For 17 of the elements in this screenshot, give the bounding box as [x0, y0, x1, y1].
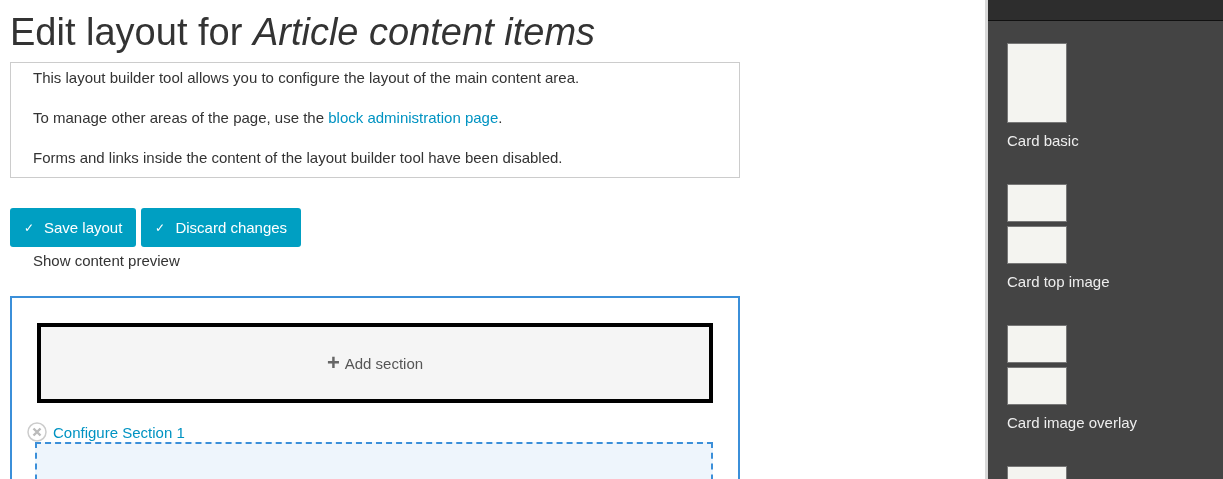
layout-option-label[interactable]: Card basic	[1007, 132, 1079, 149]
page-title: Edit layout for Article content items	[10, 10, 596, 54]
plus-icon: +	[326, 352, 340, 374]
preview-toggle[interactable]: Show content preview	[33, 252, 180, 269]
message-text: Forms and links inside the content of the layout builder tool have been disabled.	[33, 148, 563, 168]
check-icon: ✓	[155, 220, 166, 235]
layout-thumbnail[interactable]	[1007, 184, 1067, 264]
configure-section-link[interactable]: Configure Section 1	[53, 423, 185, 441]
message-text: This layout builder tool allows you to configure the layout of the main content area.	[33, 68, 580, 88]
admin-link[interactable]: block administration page	[328, 109, 499, 126]
message-text: To manage other areas of the page, use the block administration page.	[33, 108, 503, 128]
check-icon: ✓	[24, 220, 34, 235]
add-section-button[interactable]: + Add section	[37, 323, 713, 403]
layout-thumbnail[interactable]	[1007, 43, 1067, 123]
layout-thumbnail[interactable]	[1007, 325, 1067, 405]
layout-option-label[interactable]: Card image overlay	[1007, 414, 1138, 431]
layout-option-label[interactable]: Card top image	[1007, 273, 1110, 290]
